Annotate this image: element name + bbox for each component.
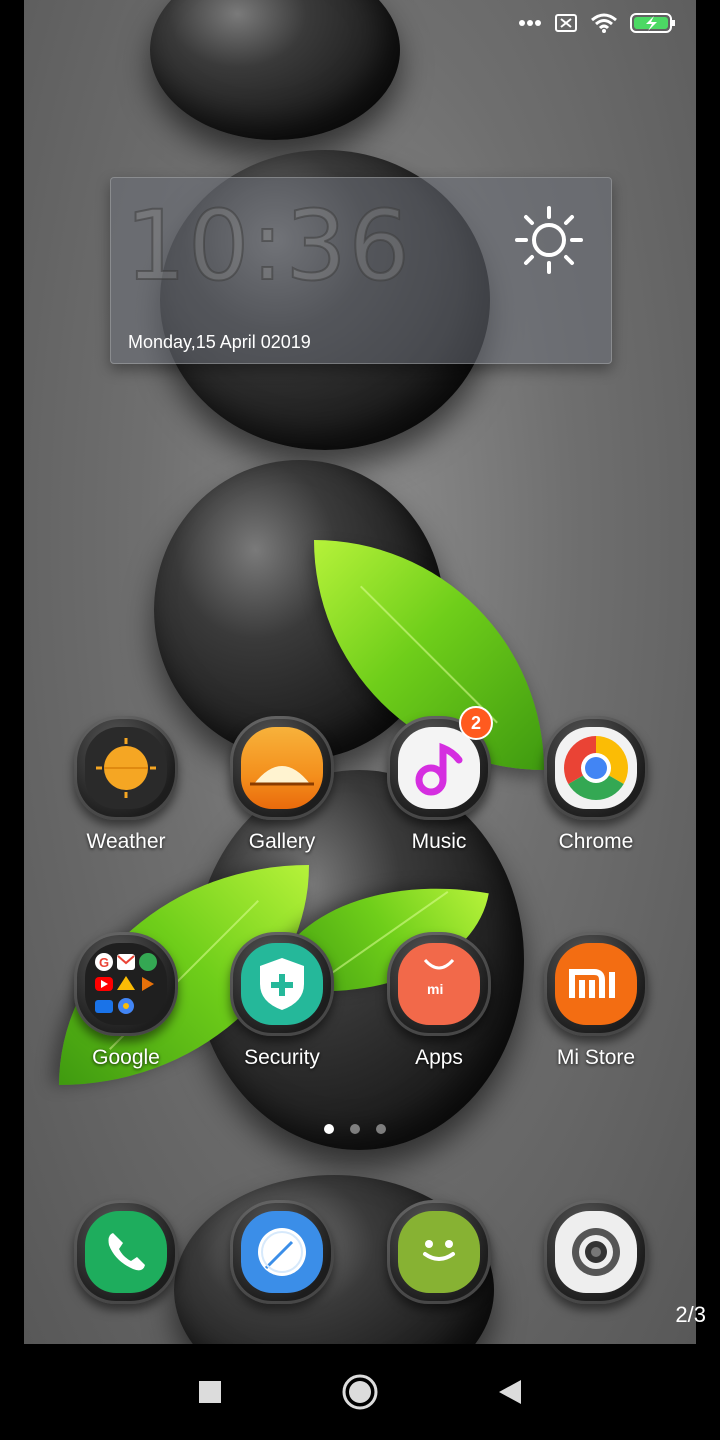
phone-icon	[74, 1200, 178, 1304]
dock-messaging[interactable]	[374, 1200, 504, 1304]
page-dot[interactable]	[350, 1124, 360, 1134]
dock-camera[interactable]	[531, 1200, 661, 1304]
app-google-folder[interactable]: G Google	[61, 932, 191, 1070]
svg-text:G: G	[99, 955, 109, 970]
home-screen: 10:36 Monday,15 April 02019 Weather Gall…	[24, 0, 696, 1344]
navigation-bar	[0, 1344, 720, 1440]
app-label: Weather	[86, 830, 166, 853]
battery-charging-icon	[630, 12, 676, 34]
page-dot-active[interactable]	[324, 1124, 334, 1134]
recents-square-icon[interactable]	[190, 1372, 230, 1412]
notification-badge: 2	[459, 706, 493, 740]
page-indicator: 2/3	[675, 1302, 706, 1327]
wallpaper-stone	[150, 0, 400, 140]
mi-store-icon	[544, 932, 648, 1036]
page-dot[interactable]	[376, 1124, 386, 1134]
gallery-icon	[230, 716, 334, 820]
more-dots-icon	[518, 19, 542, 27]
status-bar	[496, 0, 696, 46]
app-label: Apps	[415, 1046, 463, 1069]
app-label: Chrome	[558, 830, 634, 853]
app-gallery[interactable]: Gallery	[217, 716, 347, 854]
app-label: Gallery	[248, 830, 316, 853]
app-label: Google	[92, 1046, 160, 1069]
browser-icon	[230, 1200, 334, 1304]
camera-icon	[544, 1200, 648, 1304]
music-icon: 2	[387, 706, 493, 820]
dock-phone[interactable]	[61, 1200, 191, 1304]
clock-time[interactable]: 10:36	[124, 197, 412, 295]
sun-icon[interactable]	[513, 204, 585, 276]
security-icon	[230, 932, 334, 1036]
messaging-icon	[387, 1200, 491, 1304]
app-mi-store[interactable]: Mi Store	[531, 932, 661, 1070]
app-music[interactable]: 2 Music	[374, 706, 504, 854]
app-mi-apps[interactable]: mi Apps	[374, 932, 504, 1070]
app-label: Security	[244, 1046, 320, 1069]
wifi-icon	[590, 12, 618, 34]
clock-widget[interactable]: 10:36 Monday,15 April 02019	[110, 177, 612, 364]
back-triangle-icon[interactable]	[490, 1372, 530, 1412]
google-folder-icon: G	[74, 932, 178, 1036]
app-security[interactable]: Security	[217, 932, 347, 1070]
app-chrome[interactable]: Chrome	[531, 716, 661, 854]
dock-browser[interactable]	[217, 1200, 347, 1304]
chrome-icon	[544, 716, 648, 820]
page-dots[interactable]	[324, 1124, 386, 1134]
weather-icon	[74, 716, 178, 820]
home-circle-icon[interactable]	[340, 1372, 380, 1412]
sim-off-icon	[554, 13, 578, 33]
svg-text:mi: mi	[427, 981, 443, 997]
clock-date: Monday,15 April 02019	[128, 332, 311, 352]
mi-apps-icon: mi	[387, 932, 491, 1036]
app-label: Music	[411, 830, 467, 853]
app-weather[interactable]: Weather	[61, 716, 191, 854]
app-label: Mi Store	[556, 1046, 636, 1069]
